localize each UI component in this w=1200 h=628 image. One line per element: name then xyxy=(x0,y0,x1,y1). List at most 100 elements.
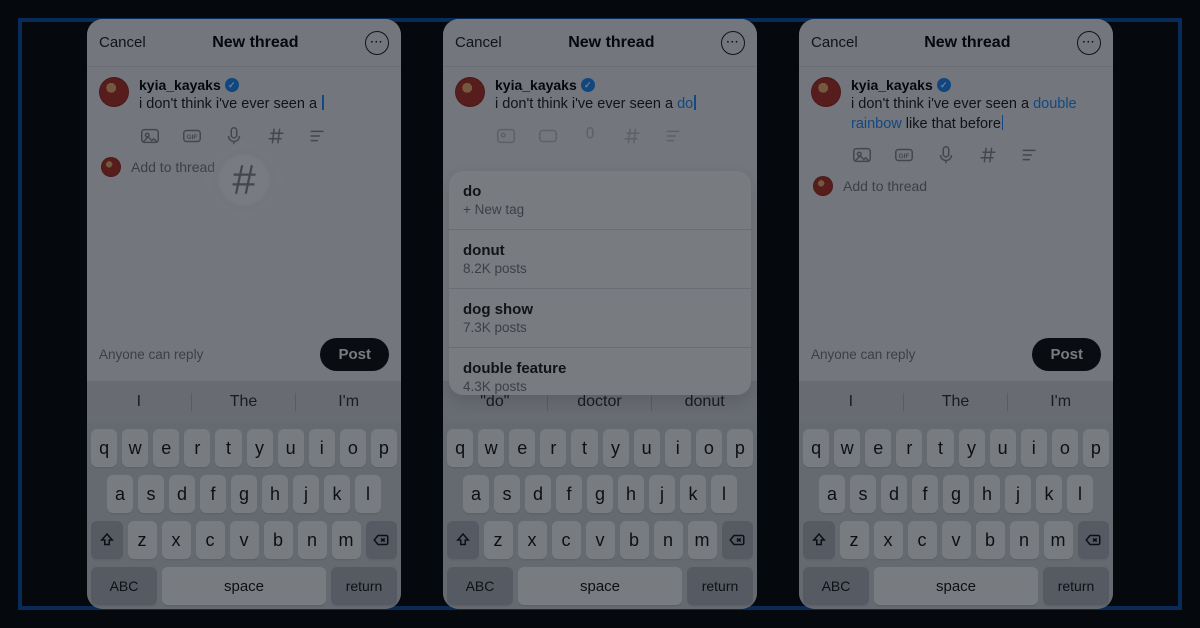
cancel-button[interactable]: Cancel xyxy=(455,34,502,51)
key[interactable]: k xyxy=(324,475,350,513)
key[interactable]: h xyxy=(974,475,1000,513)
gif-icon[interactable]: GIF xyxy=(893,144,915,166)
key[interactable]: y xyxy=(247,429,273,467)
post-button[interactable]: Post xyxy=(1032,338,1101,371)
shift-key[interactable] xyxy=(803,521,835,559)
key[interactable]: p xyxy=(371,429,397,467)
key[interactable]: x xyxy=(162,521,191,559)
key[interactable]: j xyxy=(649,475,675,513)
key[interactable]: a xyxy=(107,475,133,513)
suggestion-item[interactable]: do + New tag xyxy=(449,171,751,230)
compose-text[interactable]: i don't think i've ever seen a do xyxy=(495,95,745,115)
key[interactable]: f xyxy=(556,475,582,513)
key[interactable]: m xyxy=(1044,521,1073,559)
key[interactable]: n xyxy=(1010,521,1039,559)
return-key[interactable]: return xyxy=(1043,567,1109,605)
prediction[interactable]: doctor xyxy=(548,393,653,411)
prediction[interactable]: The xyxy=(192,393,297,411)
abc-key[interactable]: ABC xyxy=(803,567,869,605)
more-options-button[interactable]: ··· xyxy=(721,31,745,55)
key[interactable]: p xyxy=(1083,429,1109,467)
key[interactable]: c xyxy=(196,521,225,559)
key[interactable]: t xyxy=(571,429,597,467)
key[interactable]: g xyxy=(587,475,613,513)
key[interactable]: r xyxy=(184,429,210,467)
key[interactable]: h xyxy=(262,475,288,513)
key[interactable]: b xyxy=(976,521,1005,559)
key[interactable]: b xyxy=(264,521,293,559)
key[interactable]: l xyxy=(711,475,737,513)
add-to-thread[interactable]: Add to thread xyxy=(799,170,1113,196)
key[interactable]: f xyxy=(912,475,938,513)
poll-icon[interactable] xyxy=(307,125,329,147)
prediction[interactable]: The xyxy=(904,393,1009,411)
key[interactable]: d xyxy=(525,475,551,513)
key[interactable]: e xyxy=(865,429,891,467)
prediction[interactable]: I'm xyxy=(296,393,401,411)
suggestion-item[interactable]: double feature 4.3K posts xyxy=(449,348,751,395)
prediction[interactable]: donut xyxy=(652,393,757,411)
key[interactable]: k xyxy=(1036,475,1062,513)
mic-icon[interactable] xyxy=(223,125,245,147)
gif-icon[interactable] xyxy=(537,125,559,147)
backspace-key[interactable] xyxy=(1078,521,1110,559)
key[interactable]: c xyxy=(908,521,937,559)
key[interactable]: u xyxy=(634,429,660,467)
hash-icon[interactable] xyxy=(621,125,643,147)
key[interactable]: o xyxy=(340,429,366,467)
key[interactable]: y xyxy=(603,429,629,467)
key[interactable]: x xyxy=(518,521,547,559)
key[interactable]: s xyxy=(850,475,876,513)
key[interactable]: r xyxy=(896,429,922,467)
shift-key[interactable] xyxy=(91,521,123,559)
hash-icon[interactable] xyxy=(977,144,999,166)
key[interactable]: i xyxy=(1021,429,1047,467)
key[interactable]: b xyxy=(620,521,649,559)
prediction[interactable]: I xyxy=(87,393,192,411)
poll-icon[interactable] xyxy=(1019,144,1041,166)
return-key[interactable]: return xyxy=(687,567,753,605)
key[interactable]: q xyxy=(803,429,829,467)
key[interactable]: e xyxy=(509,429,535,467)
key[interactable]: i xyxy=(665,429,691,467)
post-button[interactable]: Post xyxy=(320,338,389,371)
username[interactable]: kyia_kayaks xyxy=(851,77,933,93)
avatar[interactable] xyxy=(99,77,129,107)
key[interactable]: v xyxy=(942,521,971,559)
key[interactable]: k xyxy=(680,475,706,513)
key[interactable]: v xyxy=(230,521,259,559)
backspace-key[interactable] xyxy=(366,521,398,559)
space-key[interactable]: space xyxy=(162,567,326,605)
key[interactable]: m xyxy=(332,521,361,559)
key[interactable]: m xyxy=(688,521,717,559)
key[interactable]: c xyxy=(552,521,581,559)
image-icon[interactable] xyxy=(495,125,517,147)
key[interactable]: z xyxy=(840,521,869,559)
key[interactable]: h xyxy=(618,475,644,513)
gif-icon[interactable]: GIF xyxy=(181,125,203,147)
key[interactable]: e xyxy=(153,429,179,467)
key[interactable]: a xyxy=(819,475,845,513)
return-key[interactable]: return xyxy=(331,567,397,605)
key[interactable]: t xyxy=(215,429,241,467)
reply-scope[interactable]: Anyone can reply xyxy=(99,347,203,362)
key[interactable]: z xyxy=(484,521,513,559)
abc-key[interactable]: ABC xyxy=(447,567,513,605)
key[interactable]: n xyxy=(298,521,327,559)
key[interactable]: j xyxy=(1005,475,1031,513)
mic-icon[interactable] xyxy=(935,144,957,166)
shift-key[interactable] xyxy=(447,521,479,559)
key[interactable]: o xyxy=(1052,429,1078,467)
prediction[interactable]: I'm xyxy=(1008,393,1113,411)
more-options-button[interactable]: ··· xyxy=(365,31,389,55)
cancel-button[interactable]: Cancel xyxy=(811,34,858,51)
hash-icon[interactable] xyxy=(265,125,287,147)
mic-icon[interactable] xyxy=(579,125,601,147)
key[interactable]: d xyxy=(169,475,195,513)
abc-key[interactable]: ABC xyxy=(91,567,157,605)
username[interactable]: kyia_kayaks xyxy=(139,77,221,93)
key[interactable]: r xyxy=(540,429,566,467)
key[interactable]: z xyxy=(128,521,157,559)
key[interactable]: u xyxy=(278,429,304,467)
username[interactable]: kyia_kayaks xyxy=(495,77,577,93)
